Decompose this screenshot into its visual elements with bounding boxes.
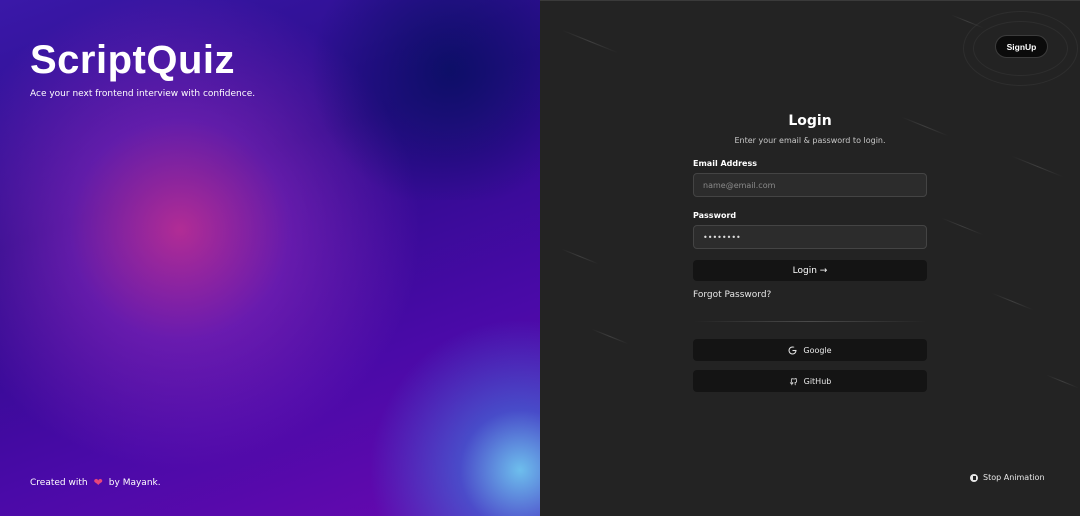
github-label: GitHub [803,376,832,386]
credit-suffix: by Mayank. [108,477,161,488]
footer-credit: Created with ❤ by Mayank. [30,476,161,489]
hero-panel: ScriptQuiz Ace your next frontend interv… [0,0,540,516]
stop-animation-label: Stop Animation [983,473,1045,482]
decor-streak [1011,155,1064,178]
signup-button[interactable]: SignUp [995,35,1048,58]
decor-streak [941,217,984,236]
google-label: Google [803,345,832,355]
login-button[interactable]: Login → [693,260,927,281]
login-subtitle: Enter your email & password to login. [734,136,886,145]
password-field[interactable] [693,225,927,249]
decor-streak [561,248,599,265]
stop-animation-button[interactable]: Stop Animation [970,473,1045,482]
password-label: Password [693,211,737,220]
login-panel: SignUp Login Enter your email & password… [540,0,1080,516]
decor-streak [561,29,619,54]
decor-streak [591,328,629,345]
email-field[interactable] [693,173,927,197]
login-title: Login [788,113,832,129]
heart-icon: ❤ [93,476,103,489]
pause-icon [970,473,978,482]
github-icon [789,377,797,385]
credit-prefix: Created with [30,477,88,488]
login-form: Login Enter your email & password to log… [693,113,927,392]
email-label: Email Address [693,159,758,168]
google-icon [788,346,798,354]
github-login-button[interactable]: GitHub [693,370,927,392]
divider [693,321,927,322]
brand-tagline: Ace your next frontend interview with co… [30,89,256,99]
decor-streak [991,292,1034,311]
google-login-button[interactable]: Google [693,339,927,361]
brand-logo: ScriptQuiz [30,38,236,82]
decor-streak [1046,374,1079,389]
forgot-password-link[interactable]: Forgot Password? [693,290,927,300]
